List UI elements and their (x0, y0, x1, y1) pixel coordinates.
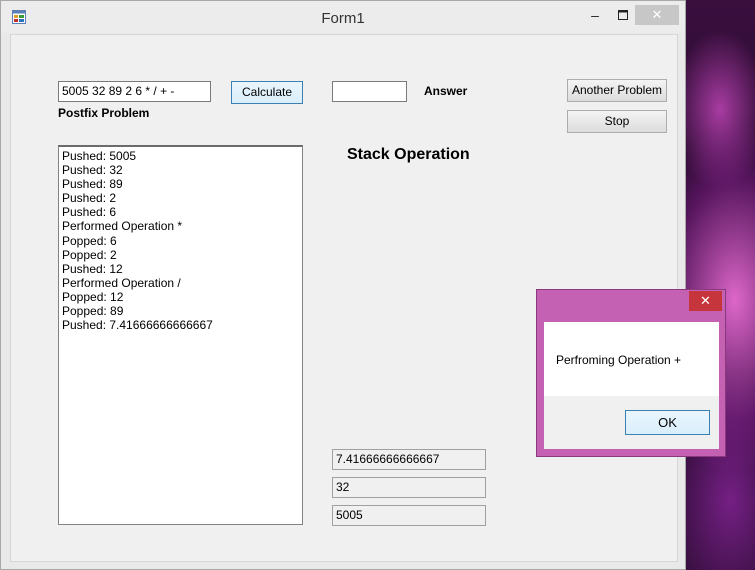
stack-operation-title: Stack Operation (347, 146, 470, 163)
log-line: Pushed: 2 (62, 191, 117, 206)
close-icon: ✕ (651, 7, 663, 22)
stack-slot-top: 7.41666666666667 (332, 449, 486, 470)
postfix-input[interactable]: 5005 32 89 2 6 * / + - (58, 81, 211, 102)
ok-button[interactable]: OK (625, 410, 710, 435)
log-line: Popped: 2 (62, 247, 117, 262)
log-line: Performed Operation / (62, 275, 181, 290)
log-line: Pushed: 89 (62, 177, 123, 192)
log-line: Performed Operation * (62, 219, 183, 234)
log-line: Pushed: 5005 (62, 149, 137, 163)
log-line: Pushed: 6 (62, 205, 117, 220)
log-line: Popped: 89 (62, 304, 124, 319)
minimize-icon: – (591, 7, 599, 23)
minimize-button[interactable]: – (582, 5, 608, 25)
stack-slot-middle: 32 (332, 477, 486, 498)
stack-slot-bottom: 5005 (332, 505, 486, 526)
calculate-button[interactable]: Calculate (231, 81, 303, 104)
dialog-message: Perfroming Operation + (556, 353, 682, 367)
answer-input[interactable] (332, 81, 407, 102)
another-problem-button[interactable]: Another Problem (567, 79, 667, 102)
dialog-footer: OK (544, 396, 719, 449)
answer-label: Answer (424, 84, 468, 98)
log-line: Pushed: 12 (62, 261, 123, 276)
dialog-close-button[interactable]: ✕ (689, 291, 722, 311)
postfix-label: Postfix Problem (58, 106, 150, 120)
log-line: Popped: 12 (62, 289, 124, 304)
close-icon: ✕ (700, 293, 711, 308)
log-line: Pushed: 7.41666666666667 (62, 318, 213, 333)
stop-button[interactable]: Stop (567, 110, 667, 133)
message-dialog: ✕ Perfroming Operation + OK (536, 289, 726, 457)
operation-log-list[interactable]: Pushed: 5005 Pushed: 32 Pushed: 89 Pushe… (58, 145, 303, 525)
log-line: Popped: 6 (62, 233, 117, 248)
maximize-icon (618, 10, 628, 20)
dialog-body: Perfroming Operation + (544, 322, 719, 396)
title-bar[interactable]: Form1 – ✕ (1, 1, 685, 33)
close-button[interactable]: ✕ (635, 5, 679, 25)
maximize-button[interactable] (610, 5, 636, 25)
main-window: Form1 – ✕ 5005 32 89 2 6 * / + - Calcula… (0, 0, 686, 570)
log-line: Pushed: 32 (62, 163, 123, 178)
